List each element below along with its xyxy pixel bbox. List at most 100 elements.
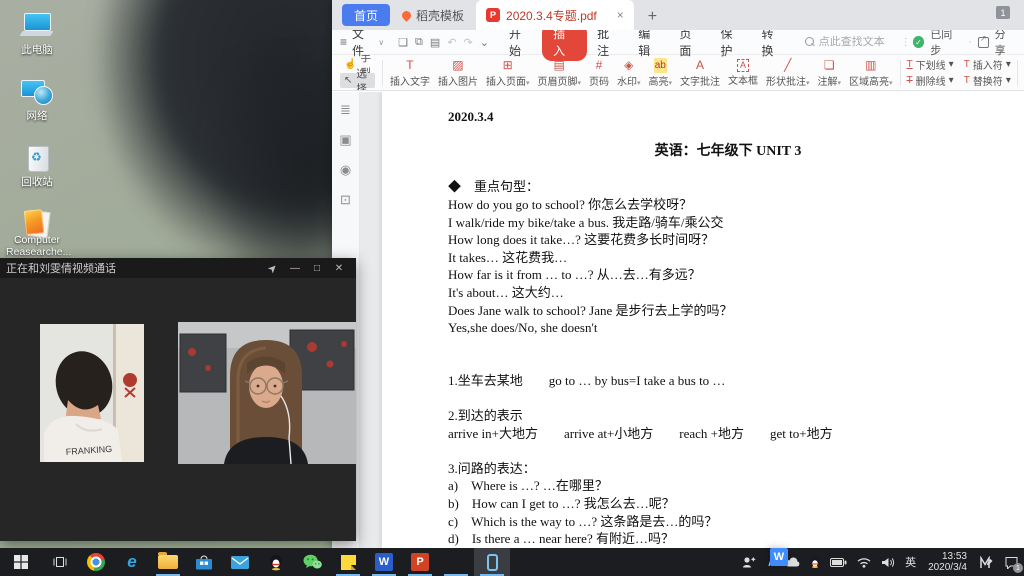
desktop-icon[interactable]: 网络 — [6, 74, 68, 126]
select-tool-button[interactable]: ↖ 选择 — [340, 73, 375, 88]
document-text-line: c) Which is the way to …? 这条路是去…的吗？ — [448, 513, 1024, 531]
taskbar-file-explorer[interactable] — [150, 548, 186, 576]
document-text-line: arrive in+大地方 arrive at+小地方 reach +地方 ge… — [448, 425, 1024, 443]
taskbar-store[interactable] — [186, 548, 222, 576]
taskbar-mail[interactable] — [222, 548, 258, 576]
ribbon-button-label: 高亮 — [649, 77, 669, 88]
sync-status-label[interactable]: 已同步 — [930, 26, 962, 58]
ribbon-button[interactable]: A 文字批注 — [676, 56, 724, 90]
sidebar-panel-icon[interactable]: ⊡ — [340, 192, 351, 208]
quick-tool-icon[interactable]: ⧉ — [415, 36, 423, 49]
tab-docer-templates[interactable]: 稻壳模板 — [390, 0, 476, 30]
taskbar-your-phone-active[interactable] — [474, 548, 510, 576]
input-language-indicator[interactable]: 英 — [900, 548, 921, 576]
close-button[interactable]: ✕ — [328, 259, 350, 277]
tab-pdf-document[interactable]: P 2020.3.4专题.pdf × — [476, 0, 634, 30]
ribbon-button-label: 插入文字 — [390, 77, 430, 88]
ribbon-button-label: 水印 — [617, 77, 637, 88]
new-tab-button[interactable]: + — [648, 8, 657, 26]
qq-icon — [268, 553, 284, 571]
wifi-icon[interactable] — [852, 548, 876, 576]
pdf-viewer-area[interactable]: 2020.3.4英语：七年级下 UNIT 3◆ 重点句型：How do you … — [360, 92, 1024, 548]
taskbar-qq[interactable] — [258, 548, 294, 576]
quick-tool-icon[interactable]: ↶ — [447, 36, 456, 49]
search-input[interactable] — [819, 36, 897, 48]
ribbon-button-icon: A — [696, 58, 704, 73]
people-icon[interactable] — [737, 548, 762, 576]
ribbon-button[interactable]: ❏ 注解▾ — [814, 56, 846, 90]
tab-close-icon[interactable]: × — [617, 8, 624, 22]
ribbon-button[interactable]: T 插入文字 — [386, 56, 434, 90]
ribbon-button-icon: A — [737, 59, 749, 72]
taskbar-chrome[interactable] — [78, 548, 114, 576]
maximize-button[interactable]: □ — [306, 259, 328, 277]
ribbon-button[interactable]: ▥ 区域高亮▾ — [845, 56, 897, 90]
tab-home[interactable]: 首页 — [342, 4, 390, 26]
document-text-line: I walk/ride my bike/take a bus. 我走路/骑车/乘… — [448, 214, 1024, 232]
ribbon-button-icon: T — [406, 58, 413, 73]
video-feed-local — [178, 322, 356, 464]
ribbon-small-button[interactable]: T 替换符 ▾ — [961, 73, 1014, 89]
ribbon-button[interactable]: ⊞ 插入页面▾ — [482, 56, 534, 90]
ribbon-button[interactable]: ab 高亮▾ — [645, 56, 677, 90]
minimize-button[interactable]: — — [284, 259, 306, 277]
taskbar-clock[interactable]: 13:53 2020/3/4 — [921, 551, 974, 573]
quick-tool-icon[interactable]: ↷ — [464, 36, 473, 49]
ribbon-small-button[interactable]: T 插入符 ▾ — [961, 57, 1014, 73]
ribbon-small-button[interactable]: T 删除线 ▾ — [904, 73, 957, 89]
task-view-button[interactable] — [42, 548, 78, 576]
sidebar-panel-icon[interactable]: ≣ — [340, 102, 351, 118]
quick-tool-icon[interactable]: ▤ — [430, 36, 440, 49]
file-menu[interactable]: 文件 ∨ — [352, 25, 384, 59]
task-view-icon — [53, 556, 67, 568]
taskbar-sticky-notes[interactable] — [330, 548, 366, 576]
document-text-line: It takes… 这花费我… — [448, 249, 1024, 267]
search-icon — [805, 37, 815, 47]
ribbon-small-button[interactable]: T 下划线 ▾ — [904, 57, 957, 73]
taskbar-word[interactable]: W — [366, 548, 402, 576]
taskbar-powerpoint[interactable]: P — [402, 548, 438, 576]
qq-tray-icon[interactable] — [805, 548, 825, 576]
ribbon-small-icon: T — [907, 59, 913, 70]
desktop-icon[interactable]: 回收站 — [6, 140, 68, 192]
pdf-file-icon: P — [486, 8, 500, 22]
quick-tool-icon[interactable]: ⌄ — [480, 36, 489, 49]
taskbar-edge[interactable]: e — [114, 548, 150, 576]
dropdown-arrow-icon: ▾ — [1006, 75, 1011, 86]
desktop-icon-label: 网络 — [27, 110, 48, 122]
edge-icon: e — [127, 552, 136, 572]
find-text-box[interactable]: ⋮ — [805, 36, 911, 48]
search-options-icon[interactable]: ⋮ — [901, 37, 911, 48]
dropdown-arrow-icon: ▾ — [526, 80, 530, 87]
quick-tool-icon[interactable]: ❏ — [398, 36, 408, 49]
taskbar-wps[interactable]: W — [438, 548, 474, 576]
menu-right-cluster: ✓ 已同步 · 分享 — [913, 26, 1016, 58]
notification-count-badge[interactable]: 1 — [996, 6, 1010, 19]
ribbon-button[interactable]: ▨ 插入图片 — [434, 56, 482, 90]
wps-icon: W — [770, 548, 788, 566]
pin-window-button[interactable]: ➤ — [262, 259, 284, 277]
document-text-line: ◆ 重点句型： — [448, 178, 1024, 196]
ribbon-button[interactable]: ╱ 形状批注▾ — [762, 56, 814, 90]
ribbon-button[interactable]: # 页码 — [585, 56, 613, 90]
sidebar-panel-icon[interactable]: ◉ — [340, 162, 351, 178]
hamburger-menu-icon[interactable]: ≡ — [340, 35, 347, 49]
ribbon-button[interactable]: ▤ 页眉页脚▾ — [533, 56, 585, 90]
video-call-titlebar[interactable]: 正在和刘雯倩视频通话 ➤ — □ ✕ — [0, 258, 356, 278]
desktop-icon[interactable]: 此电脑 — [6, 8, 68, 60]
taskbar-wechat[interactable] — [294, 548, 330, 576]
battery-icon[interactable] — [825, 548, 852, 576]
dropdown-arrow-icon: ▾ — [949, 59, 954, 70]
start-button[interactable] — [0, 548, 42, 576]
ribbon-button[interactable]: ◈ 水印▾ — [613, 56, 645, 90]
windows-ink-icon[interactable] — [974, 548, 999, 576]
share-button[interactable]: 分享 — [995, 26, 1016, 58]
sidebar-panel-icon[interactable]: ▣ — [339, 132, 351, 148]
volume-icon[interactable] — [876, 548, 900, 576]
wps-tab-bar: 首页 稻壳模板 P 2020.3.4专题.pdf × + 1 — [332, 0, 1024, 30]
notification-center-button[interactable]: 1 — [999, 548, 1024, 576]
document-text-line — [448, 126, 1024, 144]
ribbon-button[interactable]: A 文本框 — [724, 56, 762, 90]
ribbon-small-label: 插入符 — [973, 57, 1003, 72]
desktop-icon[interactable]: Computer Reasearche... — [6, 206, 68, 258]
